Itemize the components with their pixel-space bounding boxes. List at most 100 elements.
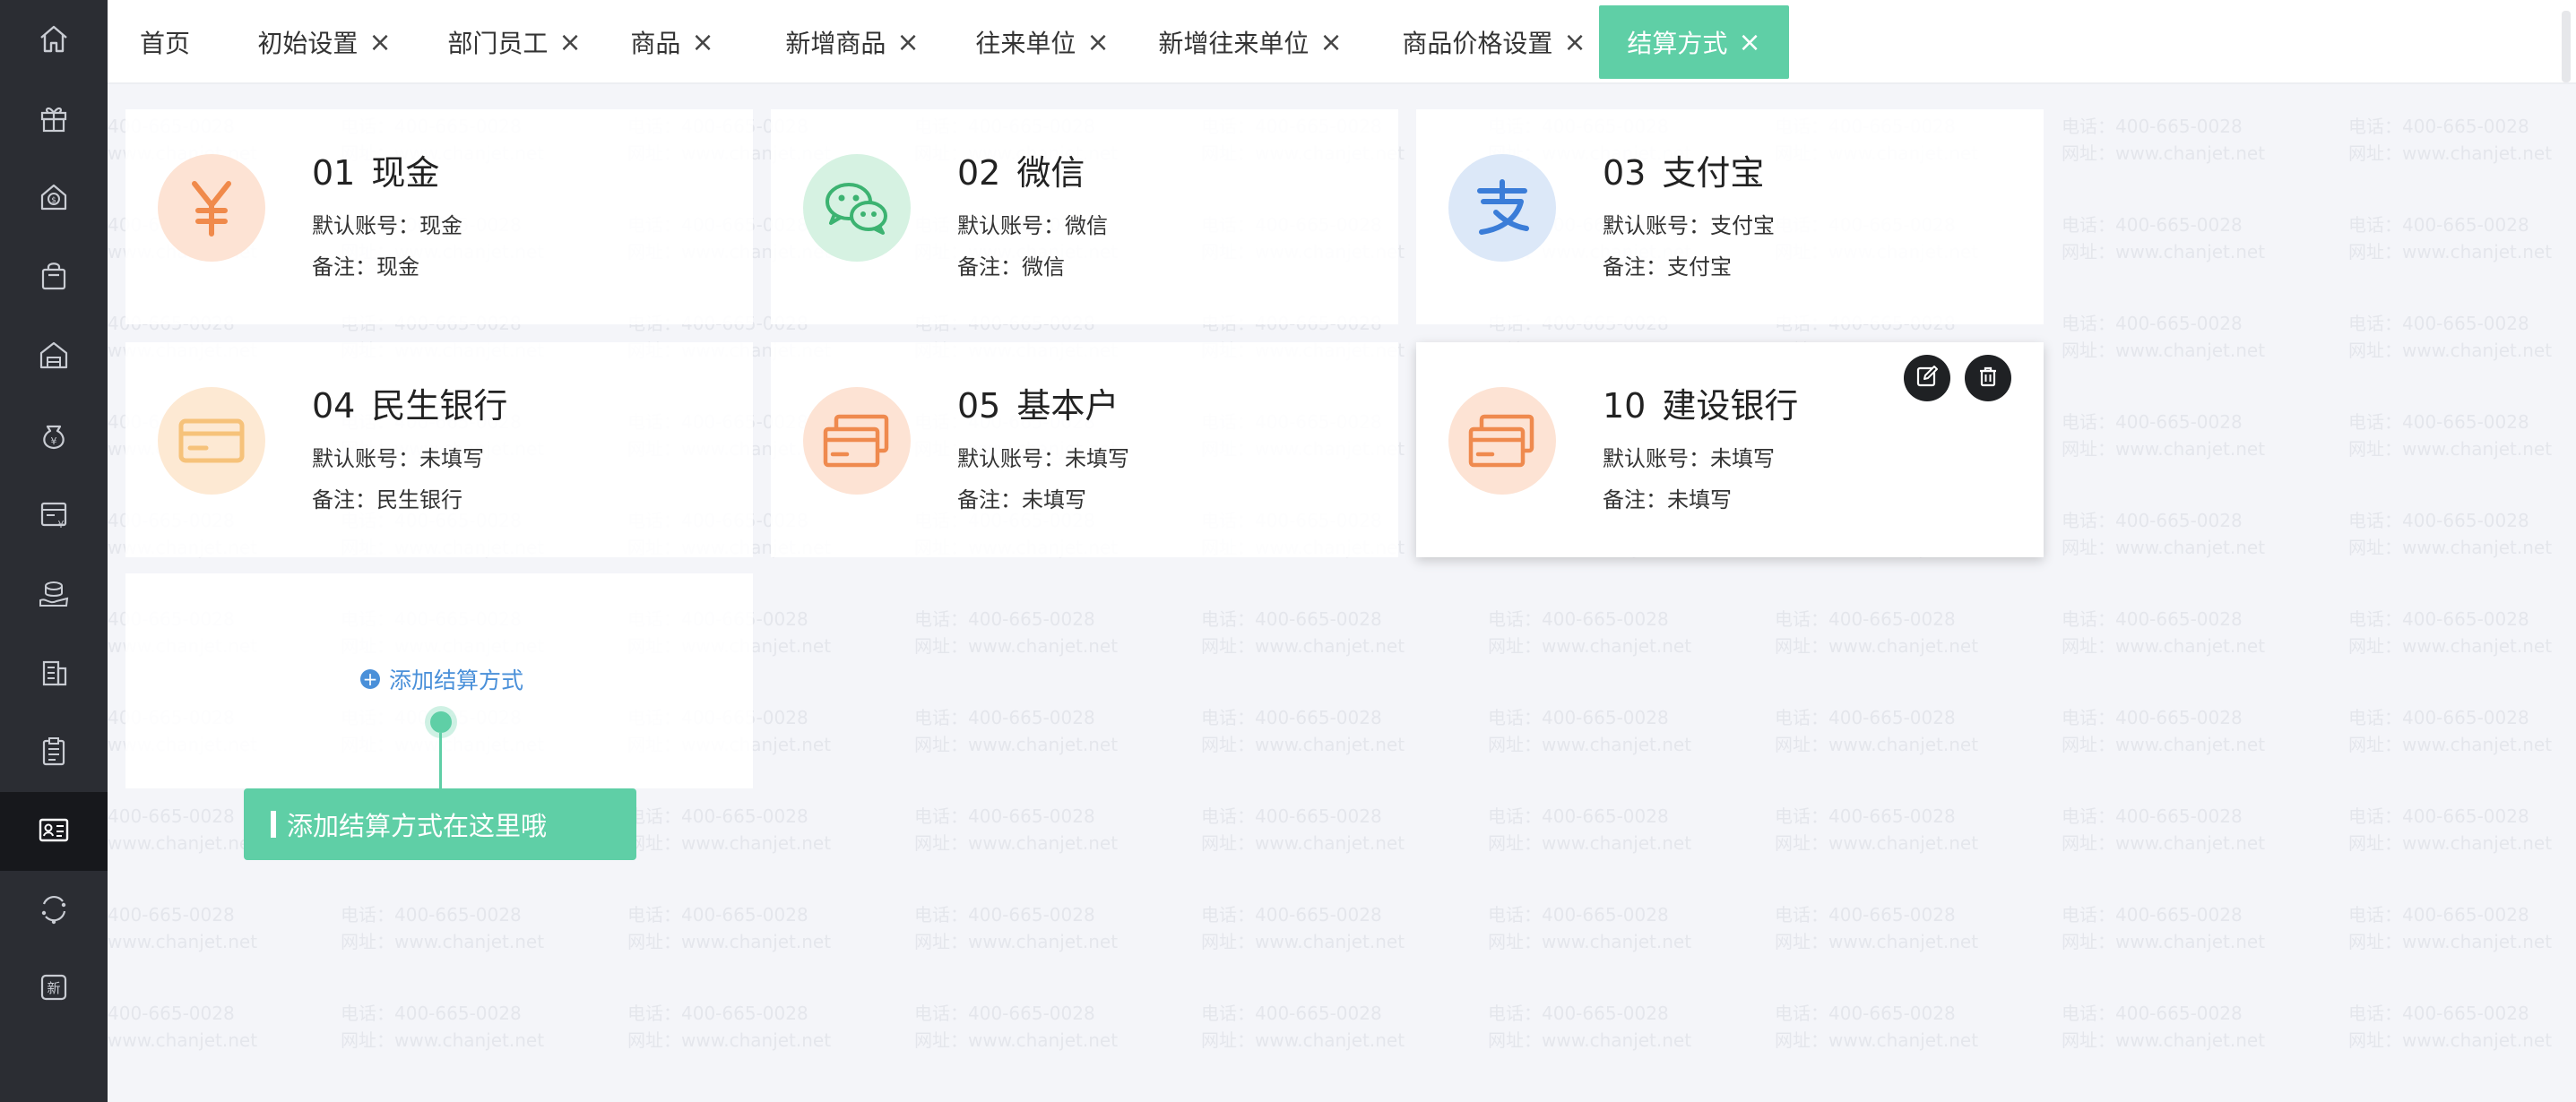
watermark-text: 电话：400-665-0028 网址：www.chanjet.net xyxy=(2348,704,2552,758)
payment-method-title: 02 微信 xyxy=(957,145,1085,194)
sidebar-item-4[interactable] xyxy=(0,238,108,317)
watermark-phone: 电话：400-665-0028 xyxy=(914,707,1095,728)
tab-6[interactable]: 往来单位 × xyxy=(957,5,1128,79)
watermark-text: 电话：400-665-0028 网址：www.chanjet.net xyxy=(2348,113,2552,167)
yuan-pouch-icon: ¥ xyxy=(37,418,71,456)
remark-value: 未填写 xyxy=(1667,487,1732,512)
close-icon[interactable]: × xyxy=(1563,27,1586,58)
watermark-site: 网址：www.chanjet.net xyxy=(108,832,258,854)
watermark-site: 网址：www.chanjet.net xyxy=(2348,241,2553,263)
tab-8[interactable]: 商品价格设置 × xyxy=(1391,5,1597,79)
sidebar-item-9[interactable] xyxy=(0,634,108,713)
watermark-phone: 电话：400-665-0028 xyxy=(2348,510,2529,531)
watermark-text: 电话：400-665-0028 网址：www.chanjet.net xyxy=(2062,310,2265,364)
watermark-text: 电话：400-665-0028 网址：www.chanjet.net xyxy=(1488,901,1691,955)
tab-7[interactable]: 新增往来单位 × xyxy=(1147,5,1353,79)
watermark-text: 电话：400-665-0028 网址：www.chanjet.net xyxy=(108,803,257,857)
add-payment-method-button[interactable]: + 添加结算方式 xyxy=(360,663,523,695)
tab-1[interactable]: 首页 xyxy=(129,5,201,79)
tab-2[interactable]: 初始设置 × xyxy=(244,5,405,79)
remark-value: 支付宝 xyxy=(1667,254,1732,280)
watermark-text: 电话：400-665-0028 网址：www.chanjet.net xyxy=(1201,606,1405,659)
watermark-site: 网址：www.chanjet.net xyxy=(1488,734,1692,755)
sidebar-item-2[interactable] xyxy=(0,81,108,159)
default-account-value: 未填写 xyxy=(419,446,484,471)
watermark-text: 电话：400-665-0028 网址：www.chanjet.net xyxy=(2062,606,2265,659)
sidebar-item-13[interactable]: 新 xyxy=(0,950,108,1029)
sidebar-item-10[interactable] xyxy=(0,713,108,792)
remark-label: 备注： xyxy=(957,254,1022,280)
sidebar-item-11[interactable] xyxy=(0,792,108,871)
watermark-site: 网址：www.chanjet.net xyxy=(2062,734,2266,755)
tab-5[interactable]: 新增商品 × xyxy=(767,5,938,79)
watermark-phone: 电话：400-665-0028 xyxy=(914,1003,1095,1024)
payment-method-card[interactable]: 01 现金 默认账号：现金 备注：现金 xyxy=(125,109,753,324)
close-icon[interactable]: × xyxy=(368,27,391,58)
watermark-text: 电话：400-665-0028 网址：www.chanjet.net xyxy=(914,803,1118,857)
close-icon[interactable]: × xyxy=(1319,27,1342,58)
bank-cards-icon xyxy=(803,387,911,495)
watermark-site: 网址：www.chanjet.net xyxy=(1775,635,1979,657)
payment-method-card[interactable]: 04 民生银行 默认账号：未填写 备注：民生银行 xyxy=(125,342,753,557)
watermark-site: 网址：www.chanjet.net xyxy=(2348,340,2553,361)
close-icon[interactable]: × xyxy=(691,27,713,58)
watermark-text: 电话：400-665-0028 网址：www.chanjet.net xyxy=(2062,507,2265,561)
default-account-label: 默认账号： xyxy=(312,213,419,238)
watermark-site: 网址：www.chanjet.net xyxy=(1488,931,1692,952)
payment-method-card[interactable]: 05 基本户 默认账号：未填写 备注：未填写 xyxy=(771,342,1398,557)
watermark-text: 电话：400-665-0028 网址：www.chanjet.net xyxy=(2348,606,2552,659)
watermark-phone: 电话：400-665-0028 xyxy=(108,904,235,926)
watermark-phone: 电话：400-665-0028 xyxy=(1488,904,1669,926)
default-account-value: 微信 xyxy=(1065,213,1108,238)
remark-row: 备注：民生银行 xyxy=(312,482,462,513)
tab-9[interactable]: 结算方式 × xyxy=(1599,5,1789,79)
payment-method-card[interactable]: 02 微信 默认账号：微信 备注：微信 xyxy=(771,109,1398,324)
watermark-phone: 电话：400-665-0028 xyxy=(2062,805,2243,827)
close-icon[interactable]: × xyxy=(558,27,581,58)
watermark-text: 电话：400-665-0028 网址：www.chanjet.net xyxy=(1488,606,1691,659)
watermark-text: 电话：400-665-0028 网址：www.chanjet.net xyxy=(1775,803,1978,857)
watermark-site: 网址：www.chanjet.net xyxy=(341,1029,545,1051)
watermark-text: 电话：400-665-0028 网址：www.chanjet.net xyxy=(108,901,257,955)
default-account-value: 未填写 xyxy=(1710,446,1775,471)
sidebar-item-3[interactable]: $ xyxy=(0,159,108,238)
bank-card-icon xyxy=(158,387,265,495)
watermark-text: 电话：400-665-0028 网址：www.chanjet.net xyxy=(2348,507,2552,561)
watermark-text: 电话：400-665-0028 网址：www.chanjet.net xyxy=(1488,1000,1691,1054)
sidebar-item-5[interactable] xyxy=(0,317,108,396)
edit-button[interactable] xyxy=(1904,355,1950,401)
delete-button[interactable] xyxy=(1965,355,2011,401)
clipboard-icon xyxy=(37,734,71,771)
tab-4[interactable]: 商品 × xyxy=(618,5,726,79)
sidebar-item-12[interactable] xyxy=(0,871,108,950)
watermark-text: 电话：400-665-0028 网址：www.chanjet.net xyxy=(2062,211,2265,265)
payment-method-name: 微信 xyxy=(1016,153,1085,193)
watermark-phone: 电话：400-665-0028 xyxy=(1488,1003,1669,1024)
tab-scrollbar[interactable] xyxy=(2562,11,2571,82)
close-icon[interactable]: × xyxy=(1738,27,1760,58)
remark-row: 备注：支付宝 xyxy=(1603,249,1732,280)
watermark-phone: 电话：400-665-0028 xyxy=(2062,904,2243,926)
payment-method-card[interactable]: 10 建设银行 默认账号：未填写 备注：未填写 xyxy=(1416,342,2044,557)
sidebar-item-8[interactable] xyxy=(0,555,108,634)
watermark-site: 网址：www.chanjet.net xyxy=(1201,1029,1405,1051)
watermark-site: 网址：www.chanjet.net xyxy=(2062,635,2266,657)
sidebar-item-7[interactable]: ¥ xyxy=(0,477,108,555)
tab-label: 往来单位 xyxy=(975,29,1076,58)
watermark-phone: 电话：400-665-0028 xyxy=(2062,214,2243,236)
watermark-phone: 电话：400-665-0028 xyxy=(341,904,522,926)
close-icon[interactable]: × xyxy=(896,27,919,58)
sidebar-item-6[interactable]: ¥ xyxy=(0,398,108,477)
remark-label: 备注： xyxy=(312,487,376,512)
watermark-phone: 电话：400-665-0028 xyxy=(1201,707,1382,728)
watermark-site: 网址：www.chanjet.net xyxy=(2062,241,2266,263)
tab-3[interactable]: 部门员工 × xyxy=(434,5,595,79)
money-bag-icon: $ xyxy=(37,180,71,218)
payment-method-card[interactable]: 03 支付宝 默认账号：支付宝 备注：支付宝 xyxy=(1416,109,2044,324)
sidebar-item-1[interactable] xyxy=(0,2,108,81)
sidebar: $ ¥ ¥ 新 xyxy=(0,0,108,1102)
trash-icon xyxy=(1975,364,2001,392)
close-icon[interactable]: × xyxy=(1086,27,1109,58)
watermark-text: 电话：400-665-0028 网址：www.chanjet.net xyxy=(2348,1000,2552,1054)
guide-pulse-dot xyxy=(430,711,452,733)
